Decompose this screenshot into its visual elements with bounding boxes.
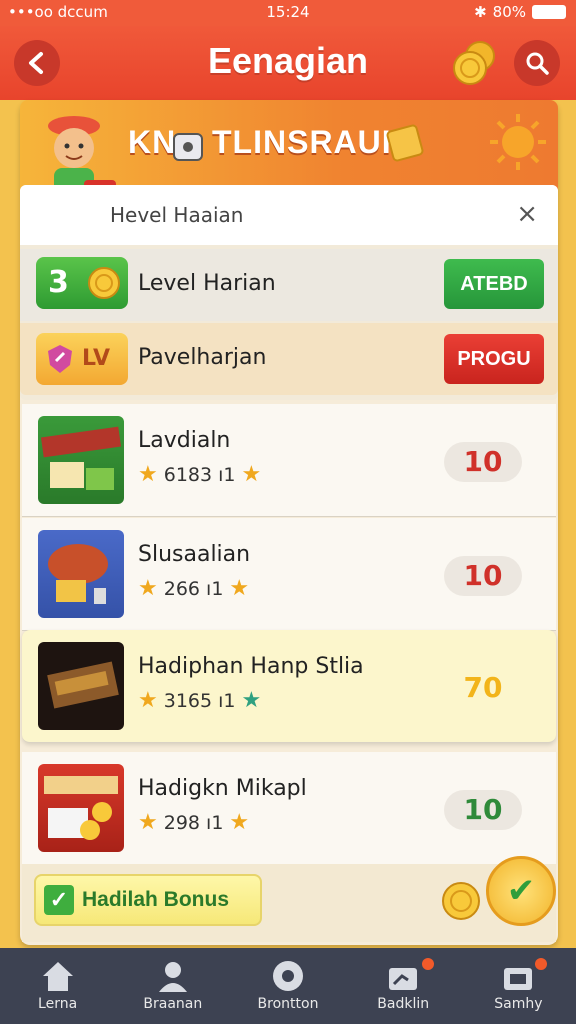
app-bar: Eenagian [0, 26, 576, 100]
bonus-button[interactable]: ✓ Hadilah Bonus [34, 874, 262, 926]
reward-thumbnail [38, 416, 124, 504]
daily-row-label: Level Harian [138, 271, 276, 296]
daily-row-level: 3 Level Harian ATEBD [20, 249, 558, 321]
tab-controller[interactable]: Brontton [230, 948, 345, 1024]
lv-badge: LV [36, 333, 128, 385]
banner-title-right: TLINSRAUI [212, 124, 392, 160]
reward-name: Lavdialn [138, 428, 231, 453]
star-icon: ★ [241, 462, 262, 487]
reward-meta: 6183 ı1 [163, 463, 236, 486]
settings-icon [504, 968, 533, 990]
gift-icon [389, 968, 418, 990]
reward-item[interactable]: Hadigkn Mikapl ★ 298 ı1 ★ 10 [22, 752, 556, 865]
confirm-fab[interactable]: ✔ [486, 856, 556, 926]
reward-item-highlighted[interactable]: Hadiphan Hanp Stlia ★ 3165 ı1 ★ 70 [22, 630, 556, 743]
progress-button[interactable]: PROGU [444, 334, 544, 384]
search-icon [526, 52, 549, 75]
battery-icon [532, 5, 566, 19]
reward-meta: 266 ı1 [163, 577, 224, 600]
star-icon: ★ [138, 576, 158, 601]
battery-text: 80% [492, 3, 526, 21]
tab-label: Samhy [494, 996, 543, 1012]
coin-icon [88, 267, 120, 299]
tab-gift[interactable]: Badklin [346, 948, 461, 1024]
reward-value: 70 [463, 671, 503, 704]
reward-name: Hadiphan Hanp Stlia [138, 654, 364, 679]
tab-label: Badklin [377, 996, 430, 1012]
reward-item[interactable]: Lavdialn ★ 6183 ı1 ★ 10 [22, 404, 556, 517]
shield-icon [48, 345, 72, 373]
header-banner: KN TLINSRAUI [20, 100, 558, 210]
tab-label: Braanan [143, 996, 203, 1012]
star-icon: ★ [241, 688, 262, 713]
tab-label: Lerna [38, 996, 78, 1012]
profile-icon [158, 962, 187, 992]
tab-home[interactable]: Lerna [0, 948, 115, 1024]
level-badge: 3 [36, 257, 128, 309]
dialog-title: Hevel Haaian [110, 203, 244, 227]
notification-dot [421, 958, 434, 970]
tab-profile[interactable]: Braanan [115, 948, 230, 1024]
home-icon [42, 962, 73, 991]
daily-row-label: Pavelharjan [138, 345, 267, 370]
reward-value: 10 [444, 442, 522, 482]
check-icon: ✔ [506, 871, 536, 911]
coin-icon [440, 880, 482, 926]
sun-icon [490, 114, 546, 170]
coins-icon[interactable] [450, 38, 500, 92]
reward-thumbnail [38, 764, 124, 852]
attend-button[interactable]: ATEBD [444, 259, 544, 309]
reward-meta: 3165 ı1 [163, 689, 236, 712]
close-icon[interactable]: × [516, 199, 538, 229]
star-icon: ★ [138, 462, 158, 487]
star-icon: ★ [229, 576, 250, 601]
lock-icon [173, 133, 203, 161]
star-icon: ★ [138, 810, 158, 835]
daily-row-progress: LV Pavelharjan PROGU [20, 323, 558, 395]
reward-name: Hadigkn Mikapl [138, 776, 307, 801]
star-icon: ★ [229, 810, 250, 835]
bluetooth-icon: ✱ [474, 3, 487, 21]
reward-value: 10 [444, 790, 522, 830]
reward-thumbnail [38, 642, 124, 730]
star-icon: ★ [138, 688, 158, 713]
controller-icon [273, 961, 303, 991]
checkbox-icon: ✓ [44, 885, 74, 915]
ticket-icon [386, 124, 424, 162]
tab-settings[interactable]: Samhy [461, 948, 576, 1024]
notification-dot [534, 958, 547, 970]
dialog-header: Hevel Haaian × [20, 185, 558, 245]
status-bar: •••oo dccum 15:24 ✱ 80% [0, 0, 576, 26]
reward-value: 10 [444, 556, 522, 596]
reward-name: Slusaalian [138, 542, 251, 567]
reward-thumbnail [38, 530, 124, 618]
bottom-tab-bar: Lerna Braanan Brontton Badklin Samhy [0, 948, 576, 1024]
bonus-label: Hadilah Bonus [82, 888, 230, 911]
tab-label: Brontton [257, 996, 319, 1012]
reward-meta: 298 ı1 [163, 811, 224, 834]
search-button[interactable] [514, 40, 560, 86]
reward-item[interactable]: Slusaalian ★ 266 ı1 ★ 10 [22, 518, 556, 631]
